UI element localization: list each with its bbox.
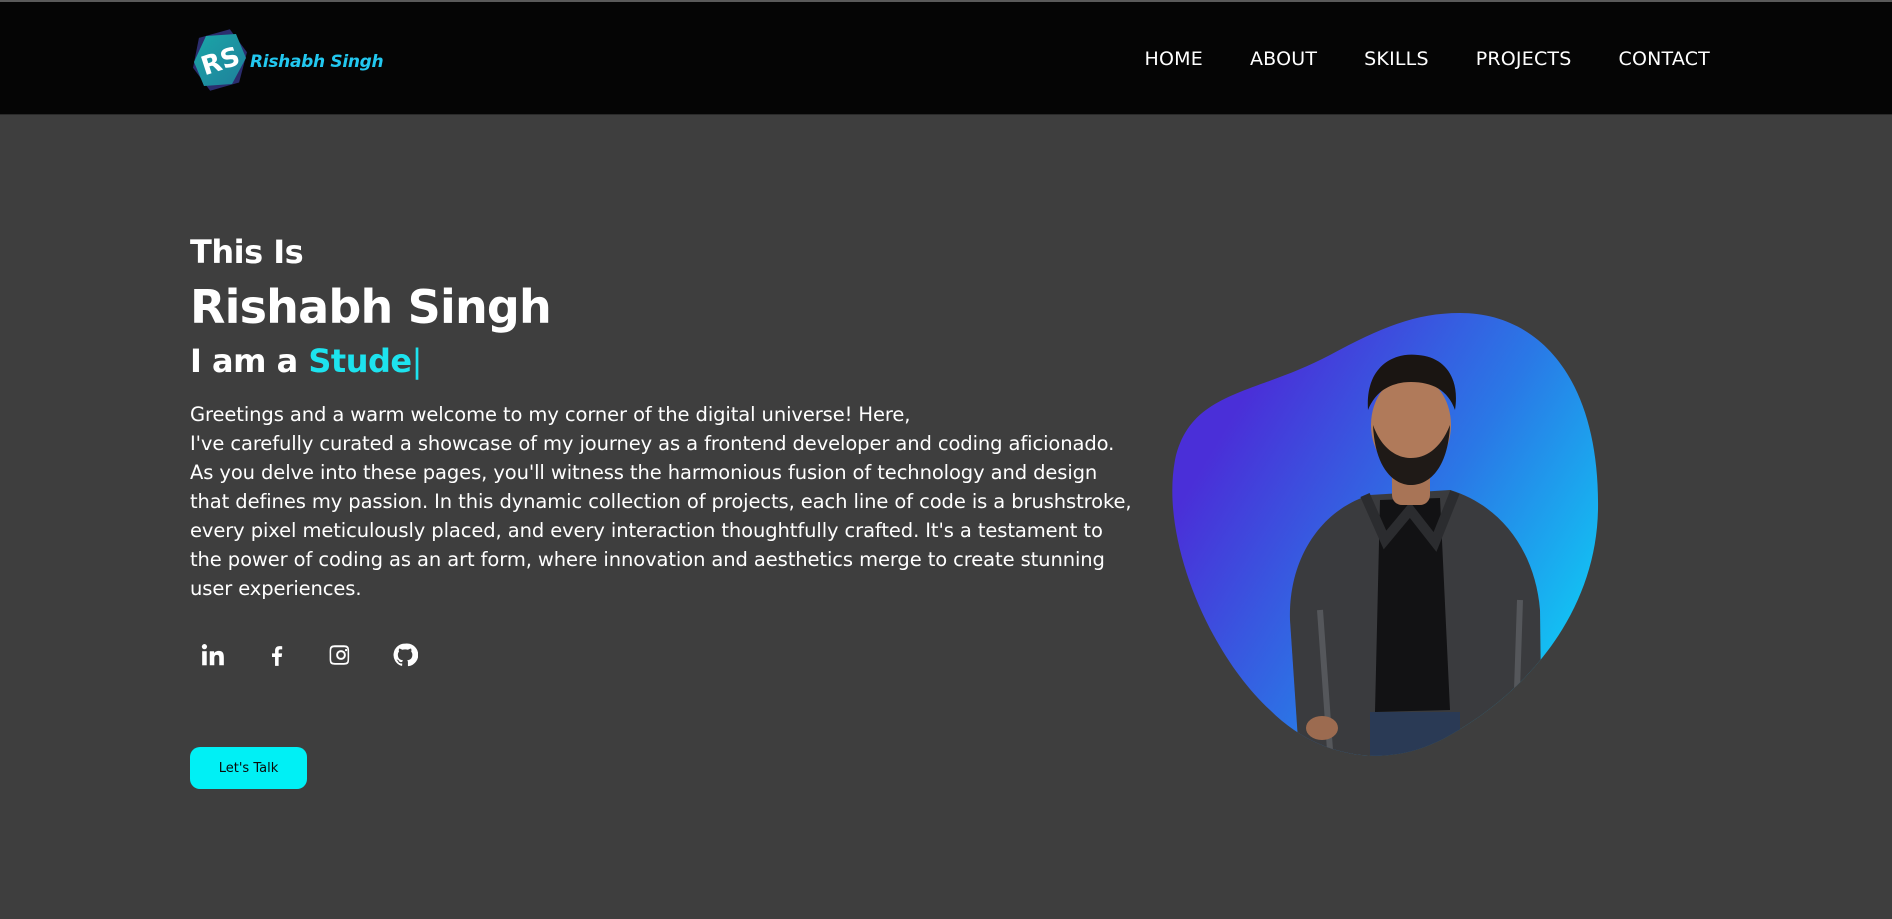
nav-projects[interactable]: PROJECTS	[1476, 48, 1572, 70]
linkedin-icon	[201, 644, 224, 666]
facebook-link[interactable]	[254, 633, 318, 677]
portrait-illustration	[1172, 313, 1599, 756]
role-prefix: I am a	[190, 342, 309, 380]
logo[interactable]: RS Rishabh Singh	[190, 28, 384, 92]
social-links	[190, 633, 1150, 677]
main-nav: HOME ABOUT SKILLS PROJECTS CONTACT	[1145, 48, 1710, 70]
nav-contact[interactable]: CONTACT	[1618, 48, 1710, 70]
typing-cursor: |	[411, 342, 423, 380]
role-typed-text: Stude	[308, 342, 412, 380]
greeting-body: I've carefully curated a showcase of my …	[190, 432, 1132, 600]
github-link[interactable]	[382, 633, 446, 677]
hero-intro: This Is	[190, 233, 304, 271]
linkedin-link[interactable]	[190, 633, 254, 677]
facebook-icon	[272, 646, 283, 666]
hero-greeting: Greetings and a warm welcome to my corne…	[190, 400, 1140, 603]
lets-talk-button[interactable]: Let's Talk	[190, 747, 307, 789]
nav-skills[interactable]: SKILLS	[1364, 48, 1429, 70]
hero-name: Rishabh Singh	[190, 280, 552, 334]
site-header: RS Rishabh Singh HOME ABOUT SKILLS PROJE…	[0, 2, 1892, 115]
greeting-line: Greetings and a warm welcome to my corne…	[190, 403, 911, 426]
hero-role: I am a Stude|	[190, 336, 1150, 386]
nav-about[interactable]: ABOUT	[1250, 48, 1317, 70]
instagram-link[interactable]	[318, 633, 382, 677]
github-icon	[393, 643, 418, 667]
logo-text: Rishabh Singh	[250, 52, 384, 72]
logo-badge-icon: RS	[190, 28, 250, 92]
profile-portrait	[1170, 310, 1610, 760]
instagram-icon	[329, 645, 350, 665]
hero-section: This Is Rishabh Singh I am a Stude| Gree…	[190, 230, 1150, 789]
nav-home[interactable]: HOME	[1145, 48, 1203, 70]
